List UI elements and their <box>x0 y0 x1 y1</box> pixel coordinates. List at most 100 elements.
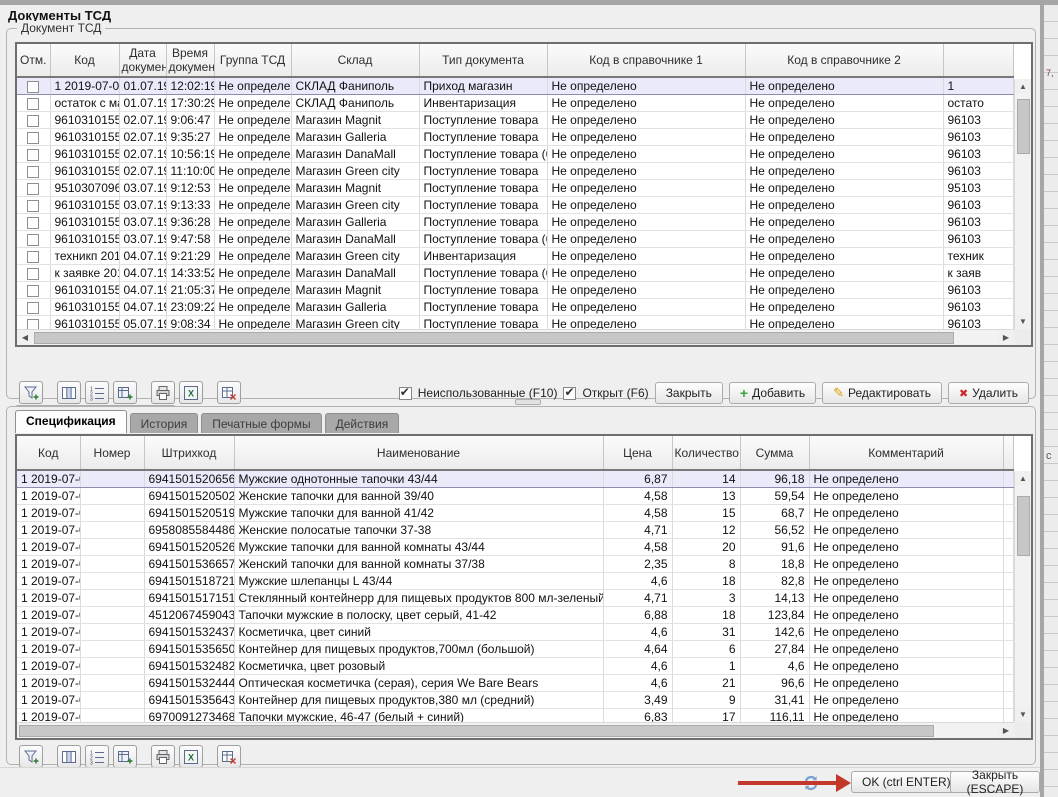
scrollbar-thumb[interactable] <box>1017 496 1030 556</box>
edit-button[interactable]: ✎Редактировать <box>822 382 942 404</box>
specification-row[interactable]: 1 2019-07-016941501532444Оптическая косм… <box>17 675 1014 692</box>
print-button[interactable] <box>151 381 175 404</box>
document-row[interactable]: 9610310155902.07.199:35:27Не определеноМ… <box>17 129 1014 146</box>
col-header-extra[interactable] <box>943 44 1014 77</box>
scroll-left-icon[interactable]: ◀ <box>17 330 33 345</box>
specification-row[interactable]: 1 2019-07-016941501535643Контейнер для п… <box>17 692 1014 709</box>
row-checkbox[interactable] <box>27 115 39 127</box>
specification-row[interactable]: 1 2019-07-016941501520502Женские тапочки… <box>17 488 1014 505</box>
delete-button[interactable]: ✖Удалить <box>948 382 1029 404</box>
vertical-scrollbar[interactable]: ▲ ▼ <box>1014 79 1031 329</box>
scrollbar-thumb[interactable] <box>19 725 934 737</box>
document-row[interactable]: 9610310155903.07.199:36:28Не определеноМ… <box>17 214 1014 231</box>
specification-row[interactable]: 1 2019-07-016941501536657Женский тапочки… <box>17 556 1014 573</box>
horizontal-scrollbar[interactable]: ◀ ▶ <box>17 329 1014 345</box>
document-row[interactable]: 9610310155902.07.199:06:47Не определеноМ… <box>17 112 1014 129</box>
table-clear-button[interactable] <box>217 381 241 404</box>
scroll-up-icon[interactable]: ▲ <box>1015 471 1031 486</box>
tab-specification[interactable]: Спецификация <box>15 410 127 433</box>
column-setup-button[interactable] <box>57 381 81 404</box>
col-header-sum[interactable]: Сумма <box>740 436 809 470</box>
ok-button[interactable]: OK (ctrl ENTER) <box>851 771 962 793</box>
col-header-barcode[interactable]: Штрихкод <box>144 436 234 470</box>
document-row[interactable]: 9510307096703.07.199:12:53Не определеноМ… <box>17 180 1014 197</box>
table-add-button[interactable] <box>113 381 137 404</box>
row-checkbox[interactable] <box>27 81 39 93</box>
document-row[interactable]: 9610310155903.07.199:47:58Не определеноМ… <box>17 231 1014 248</box>
specification-row[interactable]: 1 2019-07-016941501535650Контейнер для п… <box>17 641 1014 658</box>
col-header-ref1[interactable]: Код в справочнике 1 <box>547 44 745 77</box>
splitter-handle[interactable] <box>515 399 541 405</box>
row-checkbox[interactable] <box>27 132 39 144</box>
col-header-number[interactable]: Номер <box>80 436 144 470</box>
col-header-price[interactable]: Цена <box>603 436 672 470</box>
col-header-mark[interactable]: Отм. <box>17 44 50 77</box>
column-setup-button[interactable] <box>57 745 81 768</box>
scrollbar-thumb[interactable] <box>1017 99 1030 154</box>
col-header-group[interactable]: Группа ТСД <box>214 44 291 77</box>
row-checkbox[interactable] <box>27 98 39 110</box>
tab-history[interactable]: История <box>130 413 199 433</box>
col-header-code[interactable]: Код <box>17 436 80 470</box>
vertical-scrollbar[interactable]: ▲ ▼ <box>1014 471 1031 722</box>
export-excel-button[interactable]: X <box>179 381 203 404</box>
row-checkbox[interactable] <box>27 234 39 246</box>
scroll-down-icon[interactable]: ▼ <box>1015 314 1031 329</box>
row-checkbox[interactable] <box>27 285 39 297</box>
close-button[interactable]: Закрыть <box>655 382 723 404</box>
document-row[interactable]: 9610310155902.07.1911:10:00Не определено… <box>17 163 1014 180</box>
horizontal-scrollbar[interactable]: ▶ <box>17 722 1014 738</box>
specification-row[interactable]: 1 2019-07-016941501520526Мужские тапочки… <box>17 539 1014 556</box>
document-row[interactable]: 1 2019-07-0101.07.1912:02:19Не определен… <box>17 77 1014 95</box>
specification-row[interactable]: 1 2019-07-016941501532482Косметичка, цве… <box>17 658 1014 675</box>
col-header-extra[interactable] <box>1003 436 1014 470</box>
table-clear-button[interactable] <box>217 745 241 768</box>
document-row[interactable]: остаток с маг01.07.1917:30:29Не определе… <box>17 95 1014 112</box>
row-numbering-button[interactable]: 123 <box>85 745 109 768</box>
table-add-button[interactable] <box>113 745 137 768</box>
print-button[interactable] <box>151 745 175 768</box>
specification-row[interactable]: 1 2019-07-016941501520656Мужские однотон… <box>17 470 1014 488</box>
col-header-comment[interactable]: Комментарий <box>809 436 1003 470</box>
row-numbering-button[interactable]: 123 <box>85 381 109 404</box>
scroll-down-icon[interactable]: ▼ <box>1015 707 1031 722</box>
tab-actions[interactable]: Действия <box>325 413 400 433</box>
close-escape-button[interactable]: Закрыть (ESCAPE) <box>950 771 1040 793</box>
specification-row[interactable]: 1 2019-07-014512067459043Тапочки мужские… <box>17 607 1014 624</box>
col-header-doctype[interactable]: Тип документа <box>419 44 547 77</box>
col-header-name[interactable]: Наименование <box>234 436 603 470</box>
col-header-code[interactable]: Код <box>50 44 119 77</box>
tab-print-forms[interactable]: Печатные формы <box>201 413 321 433</box>
export-excel-button[interactable]: X <box>179 745 203 768</box>
document-row[interactable]: техникп 201904.07.199:21:29Не определено… <box>17 248 1014 265</box>
col-header-quantity[interactable]: Количество <box>672 436 740 470</box>
row-checkbox[interactable] <box>27 268 39 280</box>
document-row[interactable]: 9610310155904.07.1923:09:22Не определено… <box>17 299 1014 316</box>
specification-row[interactable]: 1 2019-07-016941501520519Мужские тапочки… <box>17 505 1014 522</box>
document-row[interactable]: к заявке 201904.07.1914:33:52Не определе… <box>17 265 1014 282</box>
unused-checkbox[interactable] <box>399 387 412 400</box>
specification-row[interactable]: 1 2019-07-016941501532437Косметичка, цве… <box>17 624 1014 641</box>
specification-row[interactable]: 1 2019-07-016941501518721Мужские шлепанц… <box>17 573 1014 590</box>
row-checkbox[interactable] <box>27 302 39 314</box>
scroll-up-icon[interactable]: ▲ <box>1015 79 1031 94</box>
row-checkbox[interactable] <box>27 251 39 263</box>
col-header-warehouse[interactable]: Склад <box>291 44 419 77</box>
col-header-time[interactable]: Время документа <box>166 44 214 77</box>
filter-button[interactable] <box>19 381 43 404</box>
row-checkbox[interactable] <box>27 166 39 178</box>
open-checkbox[interactable] <box>563 387 576 400</box>
row-checkbox[interactable] <box>27 183 39 195</box>
document-row[interactable]: 9610310155904.07.1921:05:37Не определено… <box>17 282 1014 299</box>
col-header-ref2[interactable]: Код в справочнике 2 <box>745 44 943 77</box>
filter-button[interactable] <box>19 745 43 768</box>
specification-row[interactable]: 1 2019-07-016958085584486Женские полосат… <box>17 522 1014 539</box>
scrollbar-thumb[interactable] <box>34 332 954 344</box>
row-checkbox[interactable] <box>27 217 39 229</box>
row-checkbox[interactable] <box>27 200 39 212</box>
scroll-right-icon[interactable]: ▶ <box>998 723 1014 738</box>
col-header-date[interactable]: Дата документа <box>119 44 166 77</box>
add-button[interactable]: +Добавить <box>729 382 816 404</box>
scroll-right-icon[interactable]: ▶ <box>998 330 1014 345</box>
document-row[interactable]: 9610310155902.07.1910:56:19Не определено… <box>17 146 1014 163</box>
